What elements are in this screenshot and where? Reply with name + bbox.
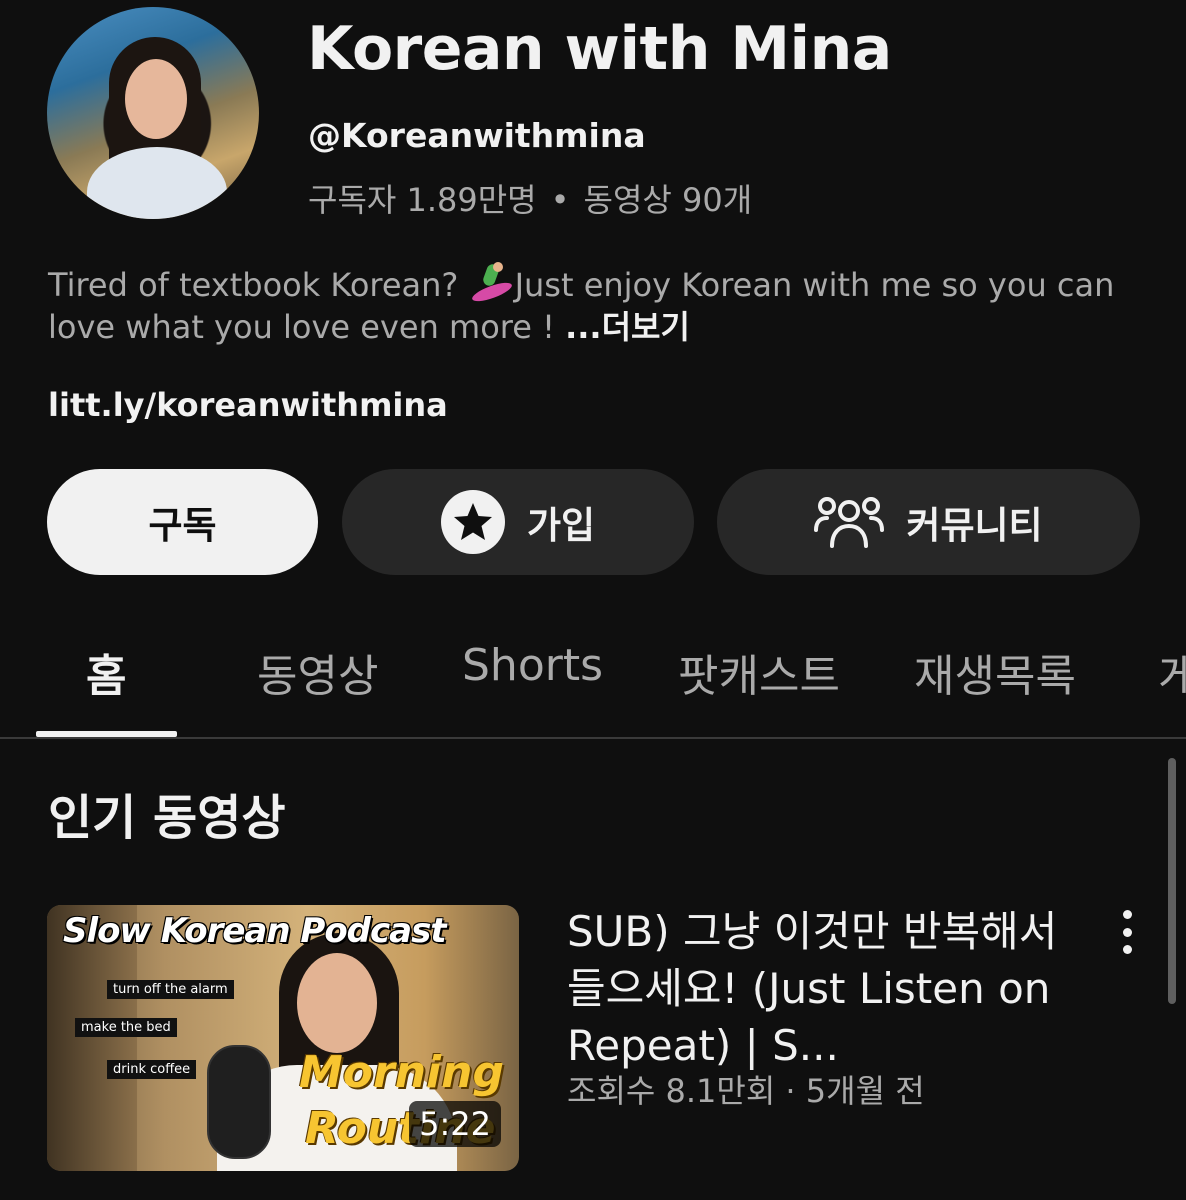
star-icon [440,490,505,554]
channel-handle: @Koreanwithmina [308,116,646,155]
video-meta: 조회수 8.1만회 · 5개월 전 [567,1072,925,1110]
thumbnail-person-face [297,953,377,1053]
channel-title: Korean with Mina [307,14,892,84]
more-link[interactable]: ...더보기 [565,308,690,346]
join-button[interactable]: 가입 [342,469,694,575]
surfer-emoji-icon [469,262,515,305]
join-label: 가입 [526,504,596,547]
tab-shorts[interactable]: Shorts [462,640,603,691]
thumbnail-tag: drink coffee [107,1060,197,1079]
channel-link[interactable]: litt.ly/koreanwithmina [48,386,448,424]
tab-playlists[interactable]: 재생목록 [914,640,1076,704]
subscribe-button[interactable]: 구독 [47,469,318,575]
tab-home[interactable]: 홈 [86,640,126,704]
tab-podcasts[interactable]: 팟캐스트 [678,640,840,704]
channel-tabs: 홈 동영상 Shorts 팟캐스트 재생목록 게 [0,610,1186,738]
scrollbar[interactable] [1168,758,1176,1004]
microphone-icon [207,1045,271,1159]
section-title: 인기 동영상 [48,790,286,846]
thumbnail-title-text: Slow Korean Podcast [63,911,447,951]
subscribe-label: 구독 [148,504,217,547]
video-thumbnail[interactable]: Slow Korean Podcast turn off the alarm m… [47,905,519,1171]
video-duration-badge: 5:22 [409,1101,501,1147]
thumbnail-tag: make the bed [75,1018,177,1037]
thumbnail-overlay-morning: Morning [299,1047,504,1098]
tabs-divider [0,737,1186,739]
channel-description[interactable]: Tired of textbook Korean? Just enjoy Kor… [48,262,1148,348]
tab-videos[interactable]: 동영상 [257,640,378,704]
stats-separator: • [550,181,570,219]
avatar-face [125,59,187,139]
subscriber-count: 구독자 1.89만명 [308,181,537,219]
avatar-shirt [87,147,227,219]
description-text-start: Tired of textbook Korean? [48,266,469,304]
community-label: 커뮤니티 [906,504,1043,547]
thumbnail-tag: turn off the alarm [107,980,234,999]
people-icon [814,494,885,550]
channel-avatar[interactable] [47,7,259,219]
more-options-icon[interactable] [1112,910,1142,954]
video-title[interactable]: SUB) 그냥 이것만 반복해서 들으세요! (Just Listen on R… [567,903,1087,1074]
tab-posts[interactable]: 게 [1158,640,1186,704]
channel-stats: 구독자 1.89만명 • 동영상 90개 [308,175,752,221]
community-button[interactable]: 커뮤니티 [717,469,1140,575]
video-count: 동영상 90개 [583,181,753,219]
